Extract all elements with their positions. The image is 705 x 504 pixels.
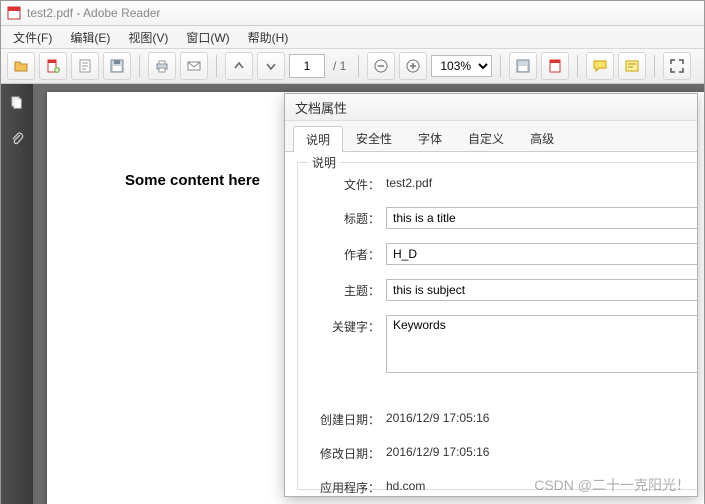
group-label: 说明 bbox=[308, 154, 340, 171]
menu-bar: 文件(F) 编辑(E) 视图(V) 窗口(W) 帮助(H) bbox=[1, 26, 704, 49]
dialog-body: 说明 文件： test2.pdf 标题： 作者： 主题： 关键字： bbox=[285, 152, 697, 496]
convert-button[interactable] bbox=[541, 52, 569, 80]
value-created: 2016/12/9 17:05:16 bbox=[386, 408, 697, 425]
menu-help[interactable]: 帮助(H) bbox=[240, 27, 297, 48]
email-button[interactable] bbox=[180, 52, 208, 80]
zoom-out-button[interactable] bbox=[367, 52, 395, 80]
description-group: 说明 文件： test2.pdf 标题： 作者： 主题： 关键字： bbox=[297, 162, 697, 490]
menu-window[interactable]: 窗口(W) bbox=[178, 27, 237, 48]
comment-button[interactable] bbox=[586, 52, 614, 80]
print-button[interactable] bbox=[148, 52, 176, 80]
edit-button[interactable] bbox=[71, 52, 99, 80]
label-file: 文件： bbox=[308, 173, 386, 193]
label-title: 标题： bbox=[308, 207, 386, 227]
title-field[interactable] bbox=[386, 207, 697, 229]
tab-advanced[interactable]: 高级 bbox=[517, 125, 567, 151]
dialog-tabs: 说明 安全性 字体 自定义 高级 bbox=[285, 121, 697, 152]
label-keywords: 关键字： bbox=[308, 315, 386, 335]
zoom-select[interactable]: 103% bbox=[431, 55, 492, 77]
tab-fonts[interactable]: 字体 bbox=[405, 125, 455, 151]
attachments-icon[interactable] bbox=[6, 128, 28, 150]
menu-file[interactable]: 文件(F) bbox=[5, 27, 60, 48]
tab-security[interactable]: 安全性 bbox=[343, 125, 405, 151]
label-modified: 修改日期： bbox=[308, 442, 386, 462]
next-page-button[interactable] bbox=[257, 52, 285, 80]
save-copy-button[interactable] bbox=[509, 52, 537, 80]
menu-edit[interactable]: 编辑(E) bbox=[62, 27, 118, 48]
page-content: Some content here bbox=[125, 172, 260, 189]
create-pdf-button[interactable] bbox=[39, 52, 67, 80]
value-app: hd.com bbox=[386, 476, 697, 493]
zoom-in-button[interactable] bbox=[399, 52, 427, 80]
menu-view[interactable]: 视图(V) bbox=[120, 27, 176, 48]
side-panel bbox=[1, 84, 33, 504]
fullscreen-button[interactable] bbox=[663, 52, 691, 80]
tab-custom[interactable]: 自定义 bbox=[455, 125, 517, 151]
title-bar: test2.pdf - Adobe Reader bbox=[1, 1, 704, 26]
app-window: test2.pdf - Adobe Reader 文件(F) 编辑(E) 视图(… bbox=[0, 0, 705, 504]
value-modified: 2016/12/9 17:05:16 bbox=[386, 442, 697, 459]
label-author: 作者： bbox=[308, 243, 386, 263]
open-button[interactable] bbox=[7, 52, 35, 80]
prev-page-button[interactable] bbox=[225, 52, 253, 80]
label-created: 创建日期： bbox=[308, 408, 386, 428]
label-app: 应用程序： bbox=[308, 476, 386, 496]
value-file: test2.pdf bbox=[386, 173, 697, 190]
dialog-title: 文档属性 bbox=[285, 94, 697, 121]
keywords-field[interactable]: Keywords bbox=[386, 315, 697, 373]
label-subject: 主题： bbox=[308, 279, 386, 299]
toolbar: / 1 103% bbox=[1, 49, 704, 84]
author-field[interactable] bbox=[386, 243, 697, 265]
properties-dialog: 文档属性 说明 安全性 字体 自定义 高级 说明 文件： test2.pdf 标… bbox=[284, 93, 698, 497]
page-number-input[interactable] bbox=[289, 54, 325, 78]
page-total-label: / 1 bbox=[333, 59, 346, 73]
save-button[interactable] bbox=[103, 52, 131, 80]
tab-description[interactable]: 说明 bbox=[293, 126, 343, 152]
window-title: test2.pdf - Adobe Reader bbox=[27, 6, 160, 20]
subject-field[interactable] bbox=[386, 279, 697, 301]
thumbnails-icon[interactable] bbox=[6, 92, 28, 114]
highlight-button[interactable] bbox=[618, 52, 646, 80]
pdf-app-icon bbox=[7, 6, 21, 20]
